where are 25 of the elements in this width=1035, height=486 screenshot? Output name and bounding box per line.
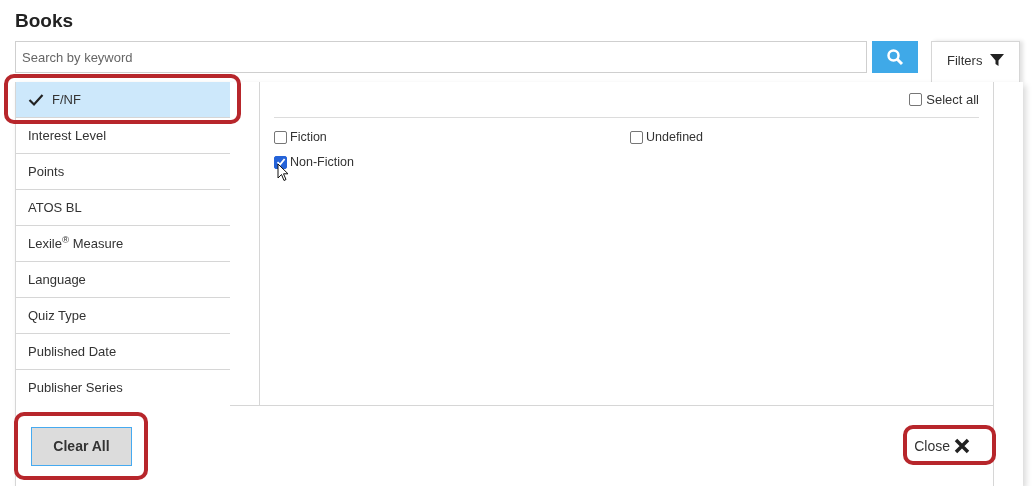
filter-category[interactable]: Published Date bbox=[16, 334, 230, 370]
option-checkbox[interactable]: Fiction bbox=[274, 129, 327, 145]
checkbox[interactable] bbox=[274, 130, 287, 144]
checkbox[interactable] bbox=[630, 130, 643, 144]
filter-category[interactable]: Points bbox=[16, 154, 230, 190]
filter-category[interactable]: ATOS BL bbox=[16, 190, 230, 226]
select-all-checkbox[interactable]: Select all bbox=[909, 89, 979, 110]
checkbox[interactable] bbox=[274, 155, 287, 169]
clear-all-button[interactable]: Clear All bbox=[31, 426, 132, 466]
search-icon bbox=[886, 48, 905, 66]
checkmark-icon bbox=[28, 92, 44, 107]
funnel-icon bbox=[990, 53, 1005, 67]
checkbox[interactable] bbox=[909, 93, 923, 106]
search-field[interactable]: Search by keyword bbox=[15, 41, 867, 73]
option-checkbox[interactable]: Undefined bbox=[630, 129, 703, 145]
close-icon bbox=[954, 438, 970, 454]
filter-category[interactable]: Language bbox=[16, 262, 230, 298]
filter-category[interactable]: Publisher Series bbox=[16, 370, 230, 406]
cursor-icon bbox=[277, 163, 289, 182]
filter-category[interactable]: F/NF bbox=[16, 82, 230, 118]
filters-tab[interactable]: Filters bbox=[931, 41, 1020, 83]
filter-category[interactable]: Lexile$^{®}$ Measure bbox=[16, 226, 230, 262]
page-title: Books bbox=[15, 9, 75, 33]
search-button[interactable] bbox=[871, 41, 919, 73]
filter-category[interactable]: Quiz Type bbox=[16, 298, 230, 334]
